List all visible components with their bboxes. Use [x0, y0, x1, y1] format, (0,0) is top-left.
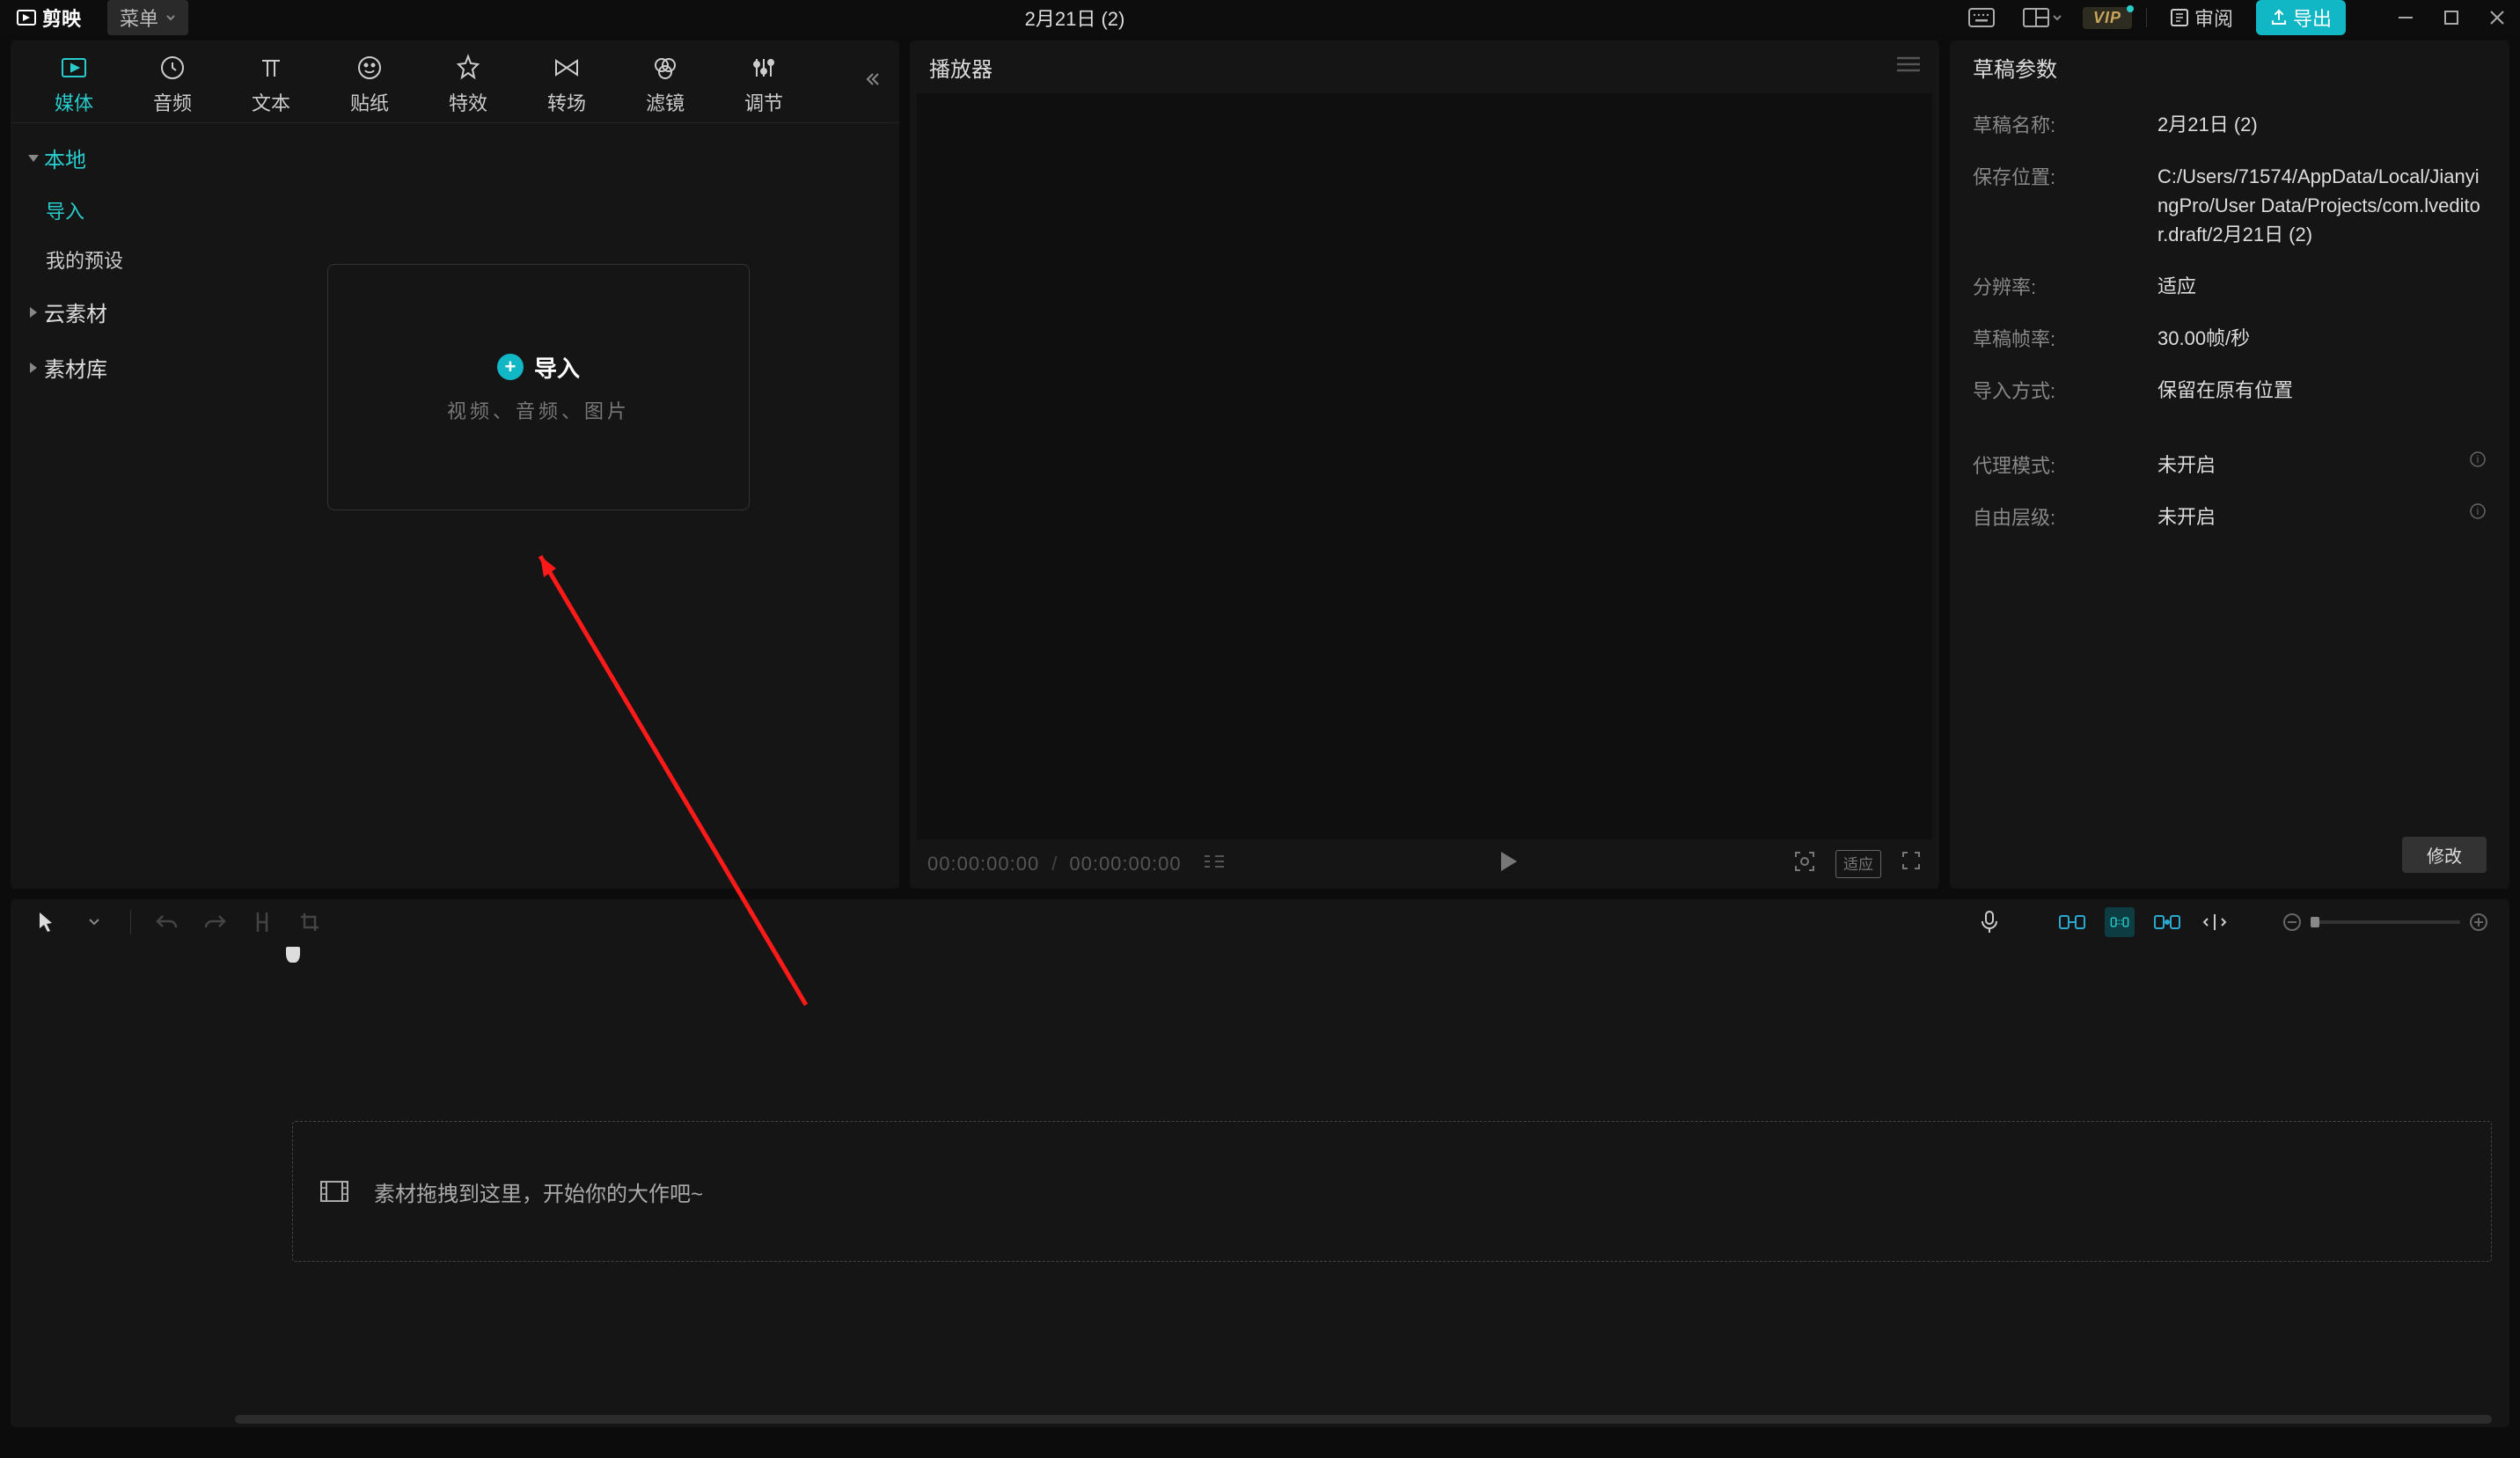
layout-icon[interactable]	[2016, 4, 2069, 31]
prop-import-label: 导入方式:	[1973, 376, 2157, 404]
project-title: 2月21日 (2)	[188, 4, 1961, 32]
chevron-right-icon	[30, 307, 37, 318]
tab-effect[interactable]: 特效	[419, 48, 517, 116]
tab-filter[interactable]: 滤镜	[616, 48, 714, 116]
info-icon[interactable]: i	[2469, 502, 2487, 525]
chevron-right-icon	[30, 363, 37, 373]
svg-text:i: i	[2477, 453, 2480, 465]
chevron-down-icon	[28, 155, 39, 162]
time-current: 00:00:00:00	[927, 853, 1039, 876]
prop-path-label: 保存位置:	[1973, 162, 2157, 190]
vip-badge[interactable]: VIP	[2083, 7, 2132, 29]
zoom-slider[interactable]	[2311, 920, 2460, 924]
media-panel: 媒体 音频 文本 贴纸 特效 转场 滤镜 调节 本地 导入 我的预设 云素材 素…	[11, 40, 899, 889]
effect-icon	[451, 53, 485, 83]
ratio-button[interactable]: 适应	[1835, 850, 1881, 878]
sidebar-item-presets[interactable]: 我的预设	[11, 235, 178, 284]
media-icon	[57, 53, 91, 83]
import-label: 导入	[534, 351, 580, 384]
collapse-tabs-button[interactable]	[857, 65, 885, 98]
zoom-out-icon[interactable]	[2282, 912, 2302, 932]
prop-fps-value: 30.00帧/秒	[2157, 324, 2487, 353]
player-viewport[interactable]	[917, 93, 1932, 839]
timeline-zoom[interactable]	[2282, 912, 2488, 932]
prop-path-value: C:/Users/71574/AppData/Local/JianyingPro…	[2157, 162, 2487, 249]
prop-proxy-label: 代理模式:	[1973, 451, 2157, 479]
media-tabs: 媒体 音频 文本 贴纸 特效 转场 滤镜 调节	[11, 40, 899, 123]
adjust-icon	[747, 53, 780, 83]
pointer-tool[interactable]	[32, 907, 62, 937]
focus-icon[interactable]	[1793, 850, 1816, 878]
maximize-button[interactable]	[2436, 5, 2467, 30]
tab-sticker[interactable]: 贴纸	[320, 48, 419, 116]
player-controls: 00:00:00:00 / 00:00:00:00 适应	[910, 839, 1939, 889]
link-track-icon[interactable]	[2152, 907, 2182, 937]
tab-transition[interactable]: 转场	[517, 48, 616, 116]
prop-layer-label: 自由层级:	[1973, 502, 2157, 531]
magnet-mode-icon[interactable]	[2105, 907, 2135, 937]
player-menu-button[interactable]	[1897, 55, 1920, 79]
sidebar-group-cloud[interactable]: 云素材	[11, 284, 178, 340]
tab-media[interactable]: 媒体	[25, 48, 123, 116]
prop-name-label: 草稿名称:	[1973, 110, 2157, 138]
magnet-main-icon[interactable]	[2057, 907, 2087, 937]
crop-tool[interactable]	[295, 907, 325, 937]
tab-audio[interactable]: 音频	[123, 48, 222, 116]
player-panel: 播放器 00:00:00:00 / 00:00:00:00 适应	[910, 40, 1939, 889]
redo-button[interactable]	[200, 907, 230, 937]
titlebar: 剪映 菜单 2月21日 (2) VIP 审阅 导出	[0, 0, 2520, 35]
minimize-button[interactable]	[2390, 5, 2421, 30]
media-sidebar: 本地 导入 我的预设 云素材 素材库	[11, 123, 178, 889]
prop-resolution-label: 分辨率:	[1973, 272, 2157, 300]
export-button[interactable]: 导出	[2256, 0, 2346, 35]
timeline-drop-hint: 素材拖拽到这里，开始你的大作吧~	[374, 1176, 703, 1207]
svg-text:i: i	[2477, 505, 2480, 517]
info-icon[interactable]: i	[2469, 451, 2487, 473]
sidebar-item-import[interactable]: 导入	[11, 186, 178, 235]
menu-dropdown[interactable]: 菜单	[107, 0, 188, 35]
timeline-dropzone[interactable]: 素材拖拽到这里，开始你的大作吧~	[292, 1121, 2492, 1262]
import-hint: 视频、音频、图片	[447, 396, 630, 424]
modify-button[interactable]: 修改	[2402, 837, 2487, 873]
video-track-icon	[319, 1180, 349, 1203]
close-button[interactable]	[2481, 5, 2513, 30]
audio-icon	[156, 53, 189, 83]
plus-icon: +	[497, 354, 524, 380]
timeline-toolbar	[11, 899, 2509, 945]
sidebar-group-library[interactable]: 素材库	[11, 340, 178, 395]
prop-proxy-value: 未开启	[2157, 451, 2464, 480]
timeline-scrollbar[interactable]	[235, 1415, 2492, 1424]
time-total: 00:00:00:00	[1069, 853, 1181, 876]
filter-icon	[648, 53, 682, 83]
sidebar-group-local[interactable]: 本地	[11, 130, 178, 186]
sticker-icon	[353, 53, 386, 83]
keyboard-icon[interactable]	[1961, 4, 2002, 31]
properties-title: 草稿参数	[1950, 40, 2509, 93]
play-button[interactable]	[1494, 845, 1524, 883]
app-logo: 剪映	[7, 4, 90, 32]
tool-dropdown-icon[interactable]	[79, 907, 109, 937]
preview-cut-icon[interactable]	[2200, 907, 2230, 937]
timeline-panel: 素材拖拽到这里，开始你的大作吧~	[11, 899, 2509, 1427]
review-button[interactable]: 审阅	[2161, 0, 2242, 35]
properties-panel: 草稿参数 草稿名称:2月21日 (2) 保存位置:C:/Users/71574/…	[1950, 40, 2509, 889]
player-list-icon[interactable]	[1203, 853, 1226, 876]
player-title: 播放器	[929, 52, 993, 83]
transition-icon	[550, 53, 583, 83]
prop-resolution-value: 适应	[2157, 272, 2487, 301]
zoom-in-icon[interactable]	[2469, 912, 2488, 932]
undo-button[interactable]	[152, 907, 182, 937]
prop-name-value: 2月21日 (2)	[2157, 110, 2487, 139]
mic-button[interactable]	[1974, 907, 2004, 937]
import-dropzone[interactable]: + 导入 视频、音频、图片	[327, 264, 750, 510]
prop-import-value: 保留在原有位置	[2157, 376, 2487, 405]
tab-text[interactable]: 文本	[222, 48, 320, 116]
prop-layer-value: 未开启	[2157, 502, 2464, 531]
split-tool[interactable]	[247, 907, 277, 937]
text-icon	[254, 53, 288, 83]
timeline-tracks[interactable]: 素材拖拽到这里，开始你的大作吧~	[11, 945, 2509, 1427]
prop-fps-label: 草稿帧率:	[1973, 324, 2157, 352]
fullscreen-icon[interactable]	[1901, 850, 1922, 878]
tab-adjust[interactable]: 调节	[714, 48, 813, 116]
